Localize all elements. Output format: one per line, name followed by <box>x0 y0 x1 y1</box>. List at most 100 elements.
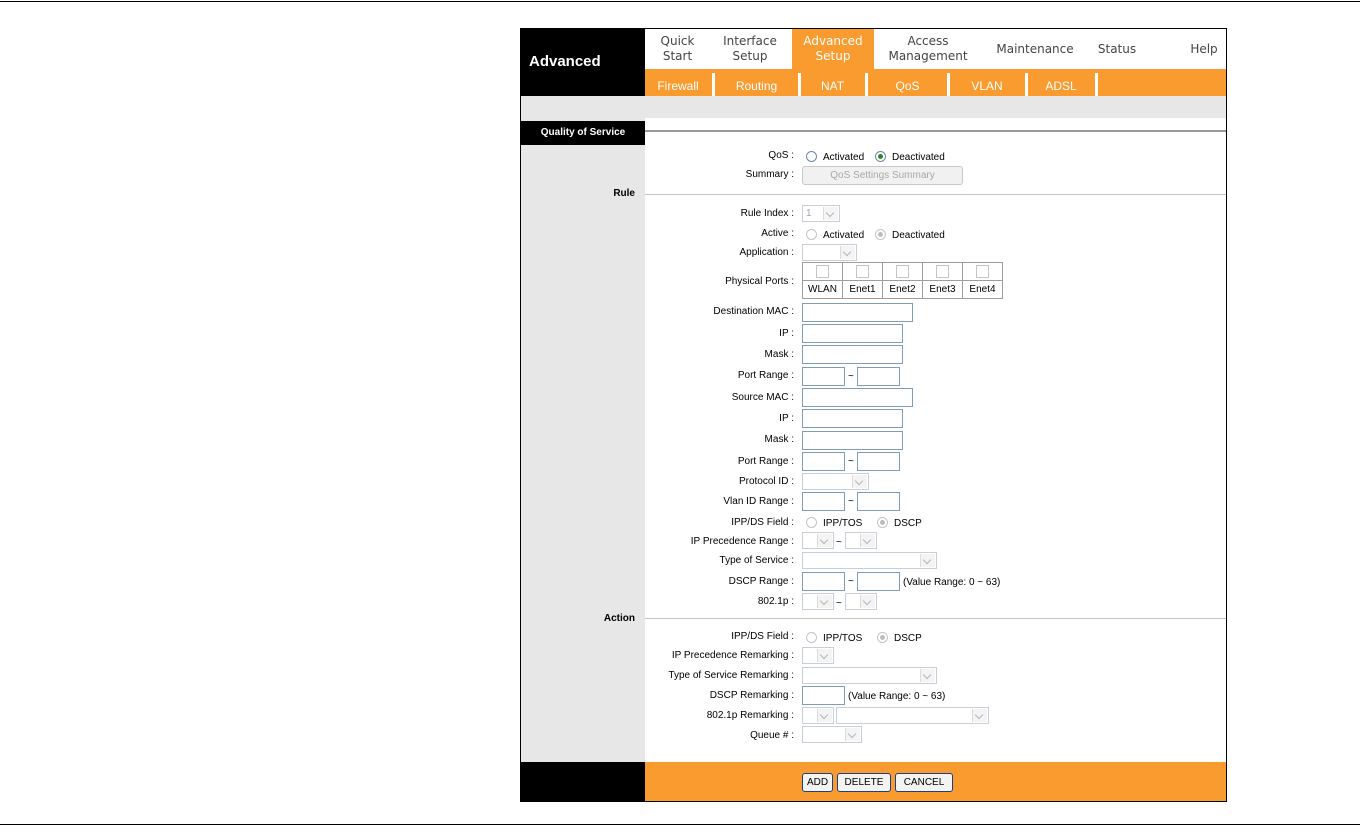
subtab-adsl[interactable]: ADSL <box>1028 69 1094 96</box>
sub-navigation: Firewall Routing NAT QoS VLAN ADSL <box>645 69 1226 96</box>
vlan-id-start-input[interactable] <box>802 492 845 511</box>
ipptos-radio[interactable] <box>806 517 817 528</box>
content-top-band <box>645 96 1226 118</box>
tab-status[interactable]: Status <box>1087 29 1147 69</box>
qos-label: QoS : <box>768 150 794 161</box>
ip-precedence-start-select[interactable] <box>802 532 834 549</box>
port-enet1-label: Enet1 <box>842 280 883 299</box>
port-enet4-checkbox[interactable] <box>976 265 989 278</box>
tab-interface-setup[interactable]: Interface Setup <box>710 29 790 69</box>
dscp-end-input[interactable] <box>857 572 900 591</box>
vlan-id-end-input[interactable] <box>857 492 900 511</box>
subtab-qos[interactable]: QoS <box>868 69 947 96</box>
p8021-end-select[interactable] <box>845 593 877 610</box>
port-enet2-label: Enet2 <box>882 280 923 299</box>
action-ipptos-radio[interactable] <box>806 632 817 643</box>
p8021-start-select[interactable] <box>802 593 834 610</box>
source-port-start-input[interactable] <box>802 452 845 471</box>
subtab-routing[interactable]: Routing <box>715 69 798 96</box>
ipptos-label: IPP/TOS <box>823 518 863 529</box>
active-activated-label: Activated <box>823 230 865 241</box>
active-activated-radio[interactable] <box>806 229 817 240</box>
action-dscp-label: DSCP <box>894 633 922 644</box>
type-of-service-label: Type of Service : <box>719 555 794 566</box>
chevron-down-icon <box>920 554 935 567</box>
qos-deactivated-radio[interactable] <box>875 151 886 162</box>
subtab-vlan[interactable]: VLAN <box>950 69 1024 96</box>
vlan-id-range-label: Vlan ID Range : <box>723 496 794 507</box>
dscp-remarking-input[interactable] <box>802 686 845 705</box>
chevron-down-icon <box>860 534 875 547</box>
action-ippds-field-label: IPP/DS Field : <box>731 631 794 642</box>
rule-index-select[interactable]: 1 <box>802 205 840 222</box>
top-navigation: Quick Start Interface Setup Advanced Set… <box>645 29 1226 69</box>
destination-port-start-input[interactable] <box>802 367 845 386</box>
source-port-range-label: Port Range : <box>737 456 794 467</box>
queue-label: Queue # : <box>750 730 794 741</box>
port-wlan-checkbox[interactable] <box>816 265 829 278</box>
application-label: Application : <box>739 247 794 258</box>
source-mask-input[interactable] <box>802 431 903 450</box>
port-enet3-checkbox[interactable] <box>936 265 949 278</box>
range-separator: ~ <box>848 371 854 382</box>
dscp-radio[interactable] <box>877 517 888 528</box>
protocol-id-select[interactable] <box>802 473 869 490</box>
range-separator: ~ <box>836 598 842 609</box>
type-of-service-select[interactable] <box>802 552 937 569</box>
source-ip-input[interactable] <box>802 409 903 428</box>
chevron-down-icon <box>972 709 987 722</box>
source-port-end-input[interactable] <box>857 452 900 471</box>
action-section-label: Action <box>603 613 635 624</box>
range-separator: ~ <box>836 537 842 548</box>
tab-quick-start[interactable]: Quick Start <box>645 29 710 69</box>
tab-access-management[interactable]: Access Management <box>875 29 981 69</box>
dscp-range-label: DSCP Range : <box>728 576 794 587</box>
destination-port-end-input[interactable] <box>857 367 900 386</box>
ip-precedence-end-select[interactable] <box>845 532 877 549</box>
qos-activated-radio[interactable] <box>806 151 817 162</box>
chevron-down-icon <box>860 595 875 608</box>
action-divider <box>645 618 1226 619</box>
tab-maintenance[interactable]: Maintenance <box>983 29 1087 69</box>
chevron-down-icon <box>920 669 935 682</box>
port-enet2-checkbox[interactable] <box>896 265 909 278</box>
range-separator: ~ <box>848 576 854 587</box>
qos-settings-summary-button[interactable]: QoS Settings Summary <box>802 166 963 185</box>
application-select[interactable] <box>802 244 857 261</box>
p8021-label: 802.1p : <box>757 596 794 607</box>
destination-mac-input[interactable] <box>802 303 913 322</box>
action-dscp-radio[interactable] <box>877 632 888 643</box>
rule-section-label: Rule <box>613 188 635 199</box>
add-button[interactable]: ADD <box>802 773 833 792</box>
dscp-start-input[interactable] <box>802 572 845 591</box>
chevron-down-icon <box>817 595 832 608</box>
tos-remarking-select[interactable] <box>802 667 937 684</box>
range-separator: ~ <box>848 496 854 507</box>
chevron-down-icon <box>817 649 832 662</box>
active-deactivated-radio[interactable] <box>875 229 886 240</box>
delete-button[interactable]: DELETE <box>837 773 891 792</box>
physical-ports-label: Physical Ports : <box>725 276 794 287</box>
rule-index-label: Rule Index : <box>740 208 794 219</box>
source-mac-input[interactable] <box>802 388 913 407</box>
chevron-down-icon <box>852 475 867 488</box>
page-top-rule <box>0 1 1360 2</box>
p8021-remarking-select[interactable] <box>802 707 834 724</box>
summary-label: Summary : <box>745 169 794 180</box>
subtab-firewall[interactable]: Firewall <box>645 69 711 96</box>
ippds-field-label: IPP/DS Field : <box>731 517 794 528</box>
cancel-button[interactable]: CANCEL <box>895 773 953 792</box>
destination-ip-input[interactable] <box>802 324 903 343</box>
tab-advanced-setup[interactable]: Advanced Setup <box>792 29 874 69</box>
source-mac-label: Source MAC : <box>731 392 794 403</box>
destination-mask-input[interactable] <box>802 345 903 364</box>
subtab-nat[interactable]: NAT <box>801 69 864 96</box>
ip-precedence-remarking-select[interactable] <box>802 647 834 664</box>
subtab-separator <box>1095 73 1098 96</box>
source-mask-label: Mask : <box>764 434 794 445</box>
dscp-range-note: (Value Range: 0 ~ 63) <box>903 577 1001 588</box>
queue-select[interactable] <box>802 726 862 743</box>
port-enet1-checkbox[interactable] <box>856 265 869 278</box>
tab-help[interactable]: Help <box>1180 29 1226 69</box>
p8021-remarking-detail-select[interactable] <box>836 707 989 724</box>
